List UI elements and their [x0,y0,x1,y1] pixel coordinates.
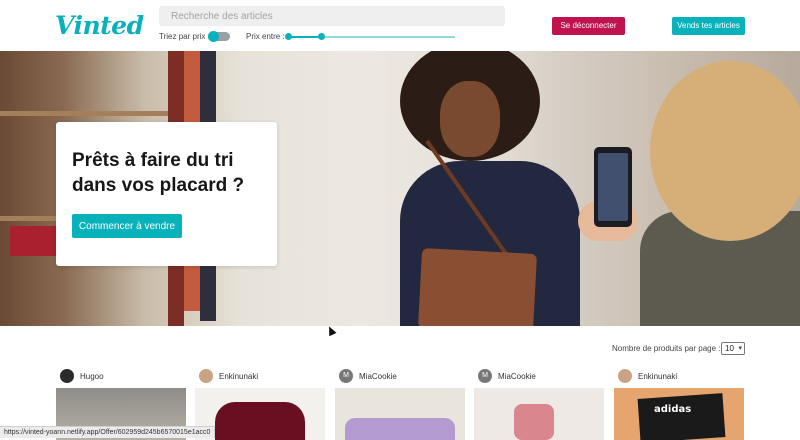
toggle-knob [208,31,219,42]
woman-face [440,81,500,157]
price-slider-min-handle[interactable] [285,33,292,40]
friend-hair [650,61,800,241]
product-card[interactable]: M MiaCookie [474,366,604,440]
product-image[interactable] [335,388,465,440]
seller-username[interactable]: Enkinunaki [219,372,258,381]
leather-bag [417,248,538,334]
hero-card: Prêts à faire du tri dans vos placard ? … [56,122,277,266]
browser-status-url: https://vinted-yoann.netlify.app/Offer/6… [0,426,216,438]
torn-paper-edge [0,326,800,340]
start-selling-button[interactable]: Commencer à vendre [72,214,182,238]
adidas-box [637,393,726,440]
seller-username[interactable]: Enkinunaki [638,372,677,381]
seller-username[interactable]: MiaCookie [498,372,536,381]
avatar [618,369,632,383]
sell-items-button[interactable]: Vends tes articles [672,17,745,35]
sort-price-toggle[interactable] [208,31,230,42]
sort-by-price-label: Triez par prix : [159,32,210,41]
per-page-value: 10 [725,344,734,353]
product-image[interactable] [474,388,604,440]
top-header: Vinted Triez par prix : Prix entre : Se … [0,0,800,51]
search-input[interactable] [159,6,505,26]
vinted-logo[interactable]: Vinted [55,11,144,40]
product-card[interactable]: Enkinunaki adidas [614,366,744,440]
product-image[interactable]: adidas [614,388,744,440]
avatar [60,369,74,383]
price-slider-max-handle[interactable] [318,33,326,40]
product-card[interactable]: M MiaCookie [335,366,465,440]
avatar [199,369,213,383]
smartphone-screen [598,153,628,221]
avatar: M [339,369,353,383]
maroon-sweater [215,402,305,440]
seller-username[interactable]: Hugoo [80,372,104,381]
pink-shoes [514,404,554,440]
logout-button[interactable]: Se déconnecter [552,17,625,35]
per-page-label: Nombre de produits par page : [612,344,721,353]
per-page-select[interactable]: 10 ▾ [721,342,745,355]
lilac-top [345,418,455,440]
hero-title: Prêts à faire du tri dans vos placard ? [72,150,245,196]
seller-username[interactable]: MiaCookie [359,372,397,381]
box-brand-text: adidas [654,404,692,415]
price-range-label: Prix entre : [246,32,285,41]
price-slider-range [288,36,322,38]
avatar: M [478,369,492,383]
chevron-down-icon: ▾ [738,345,742,352]
